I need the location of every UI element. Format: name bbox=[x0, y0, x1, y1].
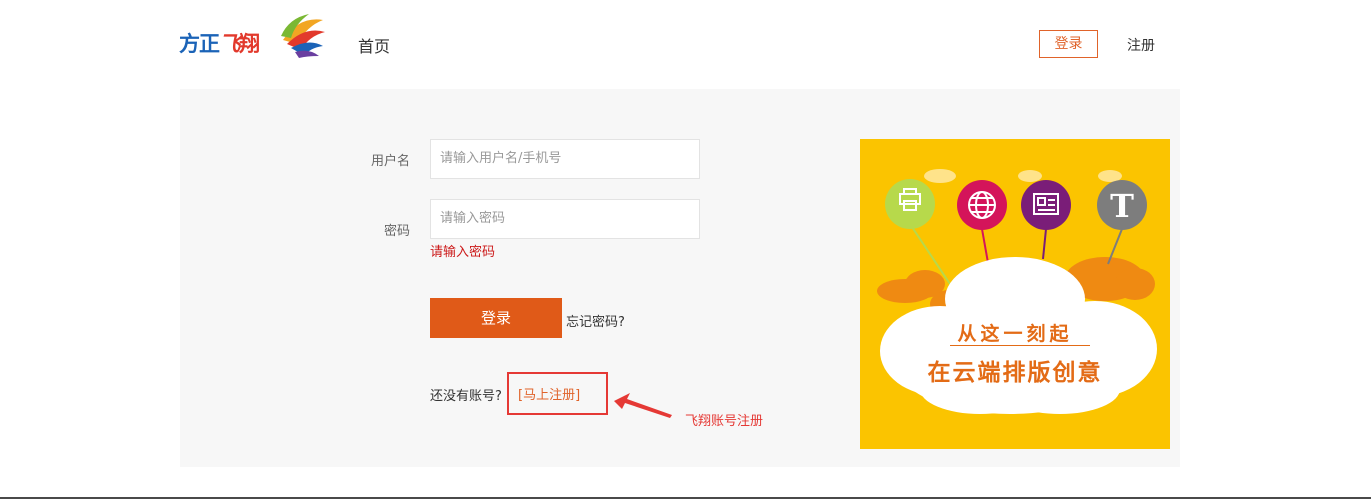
text-icon: T bbox=[1110, 187, 1134, 225]
password-error-message: 请输入密码 bbox=[430, 245, 496, 260]
logo[interactable]: 方正飞翔 bbox=[179, 14, 325, 58]
username-input[interactable]: 请输入用户名/手机号 bbox=[430, 139, 700, 179]
password-label: 密码 bbox=[383, 224, 410, 239]
username-label: 用户名 bbox=[370, 154, 410, 169]
annotation-arrow-icon bbox=[614, 393, 672, 418]
header-register-link[interactable]: 注册 bbox=[1127, 35, 1155, 55]
register-now-link[interactable]: [马上注册] bbox=[518, 384, 580, 403]
banner-divider bbox=[950, 345, 1090, 346]
no-account-text: 还没有账号? bbox=[430, 389, 502, 404]
login-button[interactable]: 登录 bbox=[430, 298, 562, 338]
password-input[interactable]: 请输入密码 bbox=[430, 199, 700, 239]
logo-text: 方正飞翔 bbox=[179, 32, 260, 56]
banner-subtitle: 在云端排版创意 bbox=[927, 360, 1103, 386]
page: 方正飞翔 首页 登录 注册 用户名 请输入用户名/手机号 密码 请输入密码 请输… bbox=[0, 0, 1371, 499]
logo-mark-icon bbox=[281, 14, 325, 58]
forgot-password-link[interactable]: 忘记密码? bbox=[566, 311, 625, 330]
header-login-button[interactable]: 登录 bbox=[1039, 30, 1098, 58]
nav-home-link[interactable]: 首页 bbox=[358, 33, 390, 57]
banner-headline: 从这一刻起 bbox=[957, 323, 1073, 345]
annotation-text: 飞翔账号注册 bbox=[685, 414, 764, 429]
promo-banner: T 从这一刻起 在云端排版创意 bbox=[860, 139, 1170, 449]
